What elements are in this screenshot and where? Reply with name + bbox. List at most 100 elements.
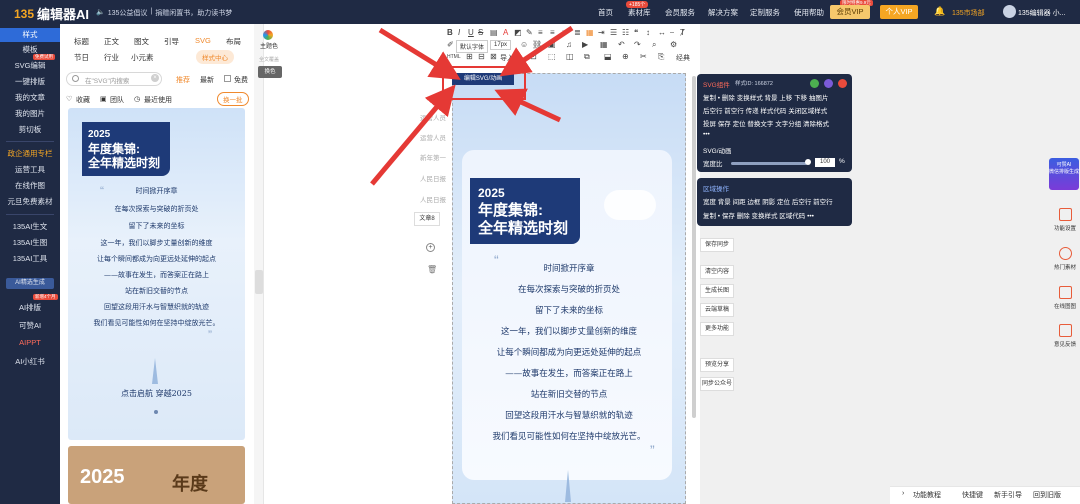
sidebar-item-ops-tools[interactable]: 运营工具 xyxy=(0,164,60,175)
sidebar-ai-highlight[interactable]: AI精选生成 xyxy=(6,278,54,289)
promo-banner[interactable]: 可赞AI 微信排版生成 xyxy=(1049,158,1079,190)
sidebar-item-aippt[interactable]: AIPPT xyxy=(0,338,60,347)
change-color-button[interactable]: 换色 xyxy=(258,66,282,78)
online-image[interactable]: 在线图图 xyxy=(1050,286,1080,310)
free-checkbox[interactable] xyxy=(224,75,231,82)
long-image-button[interactable]: 生成长图 xyxy=(700,284,734,298)
popup-more[interactable]: ••• xyxy=(703,131,710,138)
sidebar-item-ai-layout[interactable]: AI排版 xyxy=(0,302,60,313)
redo-icon[interactable]: ↷ xyxy=(634,40,641,49)
align-center-icon[interactable]: ≡ xyxy=(550,28,555,37)
tab-festival[interactable]: 节日 xyxy=(74,52,89,63)
sidebar-item-svg[interactable]: SVG编辑 xyxy=(0,60,60,71)
tool-icon[interactable]: ⧉ xyxy=(584,52,590,62)
sidebar-item-ai-tools[interactable]: 135AI工具 xyxy=(0,253,60,264)
sidebar-item-keza-ai[interactable]: 可赞AI xyxy=(0,320,60,331)
sidebar-item-ai-image[interactable]: 135AI生图 xyxy=(0,237,60,248)
user-org[interactable]: 135市场部 xyxy=(952,8,985,18)
table-icon[interactable]: ▦ xyxy=(600,40,608,49)
sidebar-item-style[interactable]: 样式 xyxy=(0,28,60,42)
tool-icon[interactable]: ⊡ xyxy=(530,52,537,61)
sidebar-item-images[interactable]: 我的图片 xyxy=(0,108,60,119)
notice[interactable]: 🔈 135公益倡议 | 捐赠闲置书，助力读书梦 xyxy=(96,8,232,18)
classic-mode[interactable]: 经典 xyxy=(676,53,690,63)
nav-item-vip[interactable]: 会员服务 xyxy=(665,7,695,18)
clear-format-icon[interactable]: Ⱦ xyxy=(680,28,685,37)
nav-item-custom[interactable]: 定制服务 xyxy=(750,7,780,18)
ghost-article[interactable]: 新年第一 xyxy=(420,152,446,162)
eraser-icon[interactable]: ✎ xyxy=(526,28,533,37)
trash-icon[interactable]: 🗑 xyxy=(427,265,437,274)
ghost-article[interactable]: 运营人员 xyxy=(420,112,446,122)
ghost-article[interactable]: 人民日报 xyxy=(420,173,446,183)
popup-actions[interactable]: 复制 • 保存 删除 变换样式 区域代码 ••• xyxy=(703,210,814,220)
paint-icon[interactable]: ✐ xyxy=(447,40,454,49)
personal-vip-button[interactable]: 个人VIP xyxy=(880,5,918,19)
nav-item-help[interactable]: 使用帮助 xyxy=(794,7,824,18)
sidebar-group-title[interactable]: 政企通用专栏 xyxy=(0,148,60,159)
video-icon[interactable]: ▶ xyxy=(582,40,588,49)
popup-actions[interactable]: 复制 • 删除 变换样式 背景 上移 下移 抽图片 xyxy=(703,92,828,102)
tab-elements[interactable]: 小元素 xyxy=(131,52,154,63)
slider-handle[interactable] xyxy=(805,159,811,165)
sync-wechat-button[interactable]: 同步公众号 xyxy=(700,377,734,391)
cloud-draft-button[interactable]: 云端草稿 xyxy=(700,303,734,317)
preview-share-button[interactable]: 预览分享 xyxy=(700,358,734,372)
sidebar-item-articles[interactable]: 我的文章 xyxy=(0,92,60,103)
numbered-list-icon[interactable]: ☷ xyxy=(622,28,629,37)
search-replace-icon[interactable]: ⌕ xyxy=(652,40,656,50)
feedback[interactable]: 意见反馈 xyxy=(1050,324,1080,348)
bold-icon[interactable]: B xyxy=(447,28,453,37)
tab-title[interactable]: 标题 xyxy=(74,36,89,47)
html-button[interactable]: HTML xyxy=(447,54,461,60)
ghost-article[interactable]: 人民日报 xyxy=(420,194,446,204)
undo-icon[interactable]: ↶ xyxy=(618,40,625,49)
popup-actions[interactable]: 后空行 前空行 传递 样式代码 关闭区域样式 xyxy=(703,105,827,115)
tool-icon[interactable]: ⊟ xyxy=(478,52,485,61)
tool-icon[interactable]: ⊞ xyxy=(466,52,473,61)
format-icon[interactable]: ▤ xyxy=(490,28,498,37)
strike-icon[interactable]: S xyxy=(478,28,483,37)
help-icon[interactable] xyxy=(824,79,833,88)
popup-actions[interactable]: 投屏 保存 定位 替换文字 文字分组 清除格式 xyxy=(703,118,829,128)
highlight-icon[interactable]: ◩ xyxy=(514,28,522,37)
emoji-icon[interactable]: ☺ xyxy=(520,40,528,49)
guide-link[interactable]: 新手引导 xyxy=(994,490,1022,500)
align-left-icon[interactable]: ≡ xyxy=(538,28,543,37)
hr-icon[interactable]: ⎯ xyxy=(670,28,674,38)
justify-all-icon[interactable]: ▦ xyxy=(586,28,594,37)
sidebar-item-ai-text[interactable]: 135AI生文 xyxy=(0,221,60,232)
width-input[interactable]: 100 xyxy=(815,158,835,167)
font-size-select[interactable]: 17px xyxy=(490,40,512,50)
palette-icon[interactable] xyxy=(263,30,273,40)
func-settings[interactable]: 功能设置 xyxy=(1050,208,1080,232)
logo[interactable]: 135 编辑器AI xyxy=(14,4,89,23)
settings-icon[interactable]: ⚙ xyxy=(670,40,677,49)
italic-icon[interactable]: I xyxy=(458,28,460,37)
indent-icon[interactable]: ⇥ xyxy=(598,28,605,37)
tool-icon[interactable]: ⊠ xyxy=(490,52,497,61)
old-version-link[interactable]: 回到旧版 xyxy=(1033,490,1061,500)
clear-content-button[interactable]: 清空内容 xyxy=(700,265,734,279)
sidebar-item-clipboard[interactable]: 剪切板 xyxy=(0,124,60,135)
tab-svg[interactable]: SVG xyxy=(195,36,211,45)
style-center-button[interactable]: 样式中心 xyxy=(196,50,234,64)
collapse-handle[interactable] xyxy=(255,270,263,294)
tab-guide[interactable]: 引导 xyxy=(164,36,179,47)
sidebar-item-ai-xhs[interactable]: AI小红书 xyxy=(0,356,60,367)
chevron-right-icon[interactable]: › xyxy=(902,490,904,497)
svg-template-card[interactable]: 2025 年度集锦: 全年精选时刻 “ 时间掀开序章 在每次探索与突破的折页处 … xyxy=(68,108,245,440)
recent-link[interactable]: 最近使用 xyxy=(144,95,172,105)
tutorial-link[interactable]: 功能教程 xyxy=(913,490,941,500)
line-height-icon[interactable]: ↕ xyxy=(646,28,650,37)
sidebar-item-free-material[interactable]: 元旦免费素材 xyxy=(0,196,60,207)
sidebar-item-online-draw[interactable]: 在线作图 xyxy=(0,180,60,191)
tab-industry[interactable]: 行业 xyxy=(104,52,119,63)
nav-item-home[interactable]: 首页 xyxy=(598,7,613,18)
hot-material[interactable]: 热门素材 xyxy=(1050,247,1080,271)
popup-actions[interactable]: 宽度 背景 间距 边框 阴影 定位 后空行 前空行 xyxy=(703,196,833,206)
save-sync-button[interactable]: 保存同步 xyxy=(700,238,734,252)
bell-icon[interactable]: 🔔 xyxy=(934,6,945,17)
team-link[interactable]: 团队 xyxy=(110,95,124,105)
search-input[interactable]: 在"SVG"内搜索 xyxy=(66,72,162,86)
